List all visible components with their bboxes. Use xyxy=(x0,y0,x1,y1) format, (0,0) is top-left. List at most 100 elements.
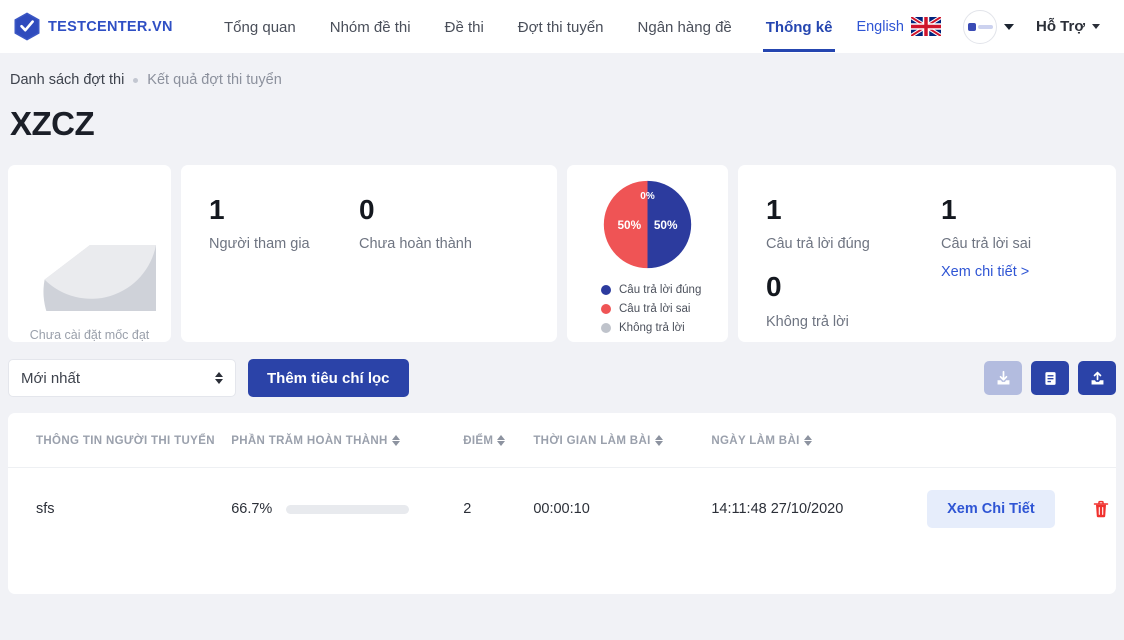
language-label: English xyxy=(856,18,904,35)
answers-pie-chart: 0% 50% 50% xyxy=(603,180,692,269)
threshold-pie-card: Chưa cài đặt mốc đạt xyxy=(8,165,175,358)
page-content: Danh sách đợt thi Kết quả đợt thi tuyển … xyxy=(0,53,1124,594)
top-navbar: TESTCENTER.VN Tổng quan Nhóm đề thi Đề t… xyxy=(0,0,1124,53)
support-menu[interactable]: Hỗ Trợ xyxy=(1036,18,1100,35)
updown-arrows-icon xyxy=(215,372,223,384)
report-button[interactable] xyxy=(1031,361,1069,395)
results-table: THÔNG TIN NGƯỜI THI TUYỂN PHẦN TRĂM HOÀN… xyxy=(8,413,1116,548)
legend-item-wrong: Câu trả lời sai xyxy=(601,303,728,315)
download-icon xyxy=(997,370,1009,384)
cell-date: 14:11:48 27/10/2020 xyxy=(711,501,844,517)
participants-value: 1 xyxy=(209,194,225,225)
account-menu[interactable] xyxy=(963,9,1014,44)
breadcrumb: Danh sách đợt thi Kết quả đợt thi tuyển xyxy=(8,53,1116,88)
incomplete-value: 0 xyxy=(359,194,375,225)
column-header-score[interactable]: ĐIỂM xyxy=(463,413,534,468)
column-label-score: ĐIỂM xyxy=(463,435,494,447)
upload-button[interactable] xyxy=(1078,361,1116,395)
chevron-down-icon xyxy=(1004,23,1014,30)
nav-item-tong-quan[interactable]: Tổng quan xyxy=(207,2,313,52)
incomplete-stat: 0 Chưa hoàn thành xyxy=(359,195,509,342)
legend-item-unanswered: Không trả lời xyxy=(601,322,728,334)
wrong-answers-label: Câu trả lời sai xyxy=(941,236,1032,253)
chevron-down-icon xyxy=(1092,24,1100,29)
cell-duration: 00:00:10 xyxy=(533,501,590,517)
pie-label-wrong: 50% xyxy=(617,218,641,232)
column-header-date[interactable]: NGÀY LÀM BÀI xyxy=(711,413,928,468)
column-label-candidate: THÔNG TIN NGƯỜI THI TUYỂN xyxy=(36,435,215,447)
page-title: XZCZ xyxy=(10,105,95,142)
table-action-buttons xyxy=(984,361,1116,395)
pie-label-correct: 50% xyxy=(654,218,678,232)
add-filter-button[interactable]: Thêm tiêu chí lọc xyxy=(248,359,409,397)
column-label-percent: PHẦN TRĂM HOÀN THÀNH xyxy=(231,435,388,447)
breadcrumb-parent[interactable]: Danh sách đợt thi xyxy=(10,72,124,88)
stats-card-row: Chưa cài đặt mốc đạt 1 Người tham gia 0 … xyxy=(8,165,1116,358)
breadcrumb-current: Kết quả đợt thi tuyển xyxy=(147,72,282,88)
sort-icon xyxy=(391,435,400,447)
wrong-answers-stat: 1 Câu trả lời sai Xem chi tiết > xyxy=(941,195,1116,342)
pie-label-unanswered: 0% xyxy=(640,191,655,202)
breadcrumb-separator-icon xyxy=(133,77,139,83)
participants-stat: 1 Người tham gia xyxy=(209,195,359,342)
cell-actions: Xem Chi Tiết xyxy=(927,468,1116,549)
sort-select[interactable]: Mới nhất xyxy=(8,359,236,397)
unanswered-label: Không trả lời xyxy=(766,313,849,330)
main-nav: Tổng quan Nhóm đề thi Đề thi Đợt thi tuy… xyxy=(207,2,849,52)
avatar-dot xyxy=(967,22,976,31)
sort-icon xyxy=(497,435,506,447)
wrong-answers-value: 1 xyxy=(941,194,957,225)
correct-answers-value: 1 xyxy=(766,194,782,225)
progress-bar xyxy=(286,504,410,514)
column-label-date: NGÀY LÀM BÀI xyxy=(711,435,800,447)
support-label: Hỗ Trợ xyxy=(1036,18,1085,35)
nav-right-group: English Hỗ Trợ xyxy=(856,9,1110,44)
incomplete-label: Chưa hoàn thành xyxy=(359,236,472,253)
answers-pie-card: 0% 50% 50% Câu trả lời đúng Câu trả lời … xyxy=(567,165,728,342)
nav-item-dot-thi-tuyen[interactable]: Đợt thi tuyển xyxy=(501,2,621,52)
nav-item-nhom-de-thi[interactable]: Nhóm đề thi xyxy=(313,2,428,52)
language-switcher[interactable]: English xyxy=(856,17,941,36)
column-header-actions xyxy=(927,413,1116,468)
nav-item-de-thi[interactable]: Đề thi xyxy=(428,2,501,52)
sort-icon xyxy=(654,435,663,447)
legend-item-correct: Câu trả lời đúng xyxy=(601,284,728,296)
download-button[interactable] xyxy=(984,361,1022,395)
correct-answers-label: Câu trả lời đúng xyxy=(766,236,870,253)
legend-dot-wrong-icon xyxy=(601,304,611,314)
legend-label-correct: Câu trả lời đúng xyxy=(619,284,702,296)
delete-row-button[interactable] xyxy=(1093,500,1109,518)
nav-item-thong-ke[interactable]: Thống kê xyxy=(749,2,850,52)
column-header-percent[interactable]: PHẦN TRĂM HOÀN THÀNH xyxy=(231,413,464,468)
column-header-duration[interactable]: THỜI GIAN LÀM BÀI xyxy=(533,413,712,468)
answers-pie-legend: Câu trả lời đúng Câu trả lời sai Không t… xyxy=(567,284,728,334)
unanswered-value: 0 xyxy=(766,271,782,303)
trash-icon xyxy=(1093,500,1108,518)
upload-icon xyxy=(1091,371,1103,384)
filter-toolbar: Mới nhất Thêm tiêu chí lọc xyxy=(8,359,1116,397)
cell-score: 2 xyxy=(463,501,472,517)
correct-answers-stat: 1 Câu trả lời đúng 0 Không trả lời xyxy=(766,195,941,342)
percent-text: 66.7% xyxy=(231,501,273,517)
view-detail-button[interactable]: Xem Chi Tiết xyxy=(927,490,1055,528)
hexagon-check-icon xyxy=(14,12,40,41)
brand-logo[interactable]: TESTCENTER.VN xyxy=(14,12,189,41)
nav-item-ngan-hang-de[interactable]: Ngân hàng đề xyxy=(621,2,749,52)
cell-candidate-name: sfs xyxy=(36,501,55,517)
legend-dot-correct-icon xyxy=(601,285,611,295)
document-icon xyxy=(1044,371,1056,385)
participants-label: Người tham gia xyxy=(209,236,310,253)
cell-percent: 66.7% xyxy=(231,468,463,549)
threshold-pie-chart xyxy=(42,245,175,358)
results-table-card: THÔNG TIN NGƯỜI THI TUYỂN PHẦN TRĂM HOÀN… xyxy=(8,413,1116,594)
sort-icon xyxy=(803,435,812,447)
sort-select-value: Mới nhất xyxy=(21,369,81,387)
view-detail-link[interactable]: Xem chi tiết > xyxy=(941,264,1116,280)
uk-flag-icon xyxy=(911,17,941,36)
column-label-duration: THỜI GIAN LÀM BÀI xyxy=(533,435,651,447)
table-row: sfs 66.7% 2 00:00:10 14:11:48 27/10/2020 xyxy=(8,468,1116,549)
legend-label-wrong: Câu trả lời sai xyxy=(619,303,691,315)
answers-counts-card: 1 Câu trả lời đúng 0 Không trả lời 1 Câu… xyxy=(738,165,1116,342)
legend-label-unanswered: Không trả lời xyxy=(619,322,685,334)
participation-card: 1 Người tham gia 0 Chưa hoàn thành xyxy=(181,165,557,342)
